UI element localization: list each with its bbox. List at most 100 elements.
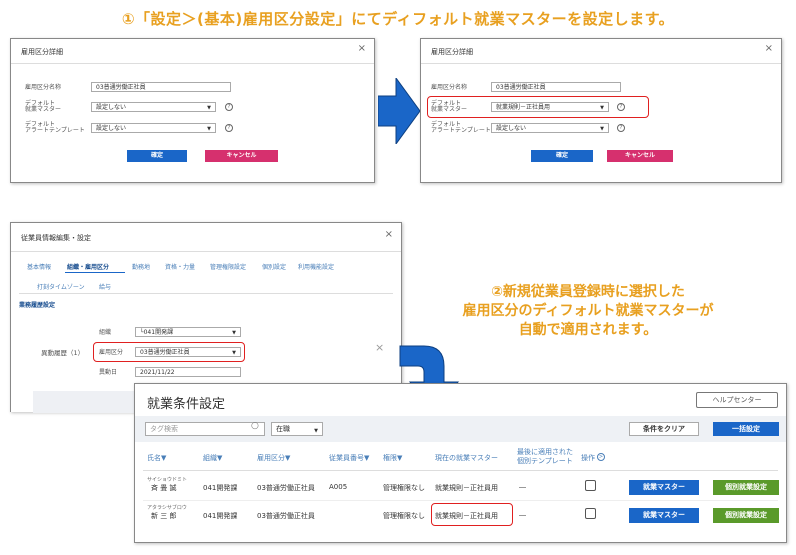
divider [143,470,778,471]
org: 041開発課 [203,484,238,492]
employment-type-dialog-before: 雇用区分詳細 × 雇用区分名称 03普通労働正社員 デフォルト 就業マスター 設定… [10,38,375,183]
search-icon[interactable]: ○ [251,421,259,431]
col-number[interactable]: 従業員番号▼ [329,453,369,463]
name: 新 三 郎 [151,512,177,520]
col-type[interactable]: 雇用区分▼ [257,453,290,463]
tab-salary[interactable]: 給与 [99,282,111,291]
alert-select[interactable]: 設定しない ▼ [91,123,216,133]
status-filter-select[interactable]: 在職 ▼ [271,422,323,436]
arrow-right-icon [378,78,420,144]
current-master: 就業規則－正社員用 [435,484,498,492]
name-kana: アタラシサブロウ [147,505,187,511]
col-permission[interactable]: 権限▼ [383,453,402,463]
panel-title: 就業条件設定 [147,397,226,412]
note-line: 自動で適用されます。 [518,322,658,338]
alert-label-line2: アラートテンプレート [25,127,85,134]
tab-admin[interactable]: 管理権限設定 [210,262,246,271]
tab-org[interactable]: 組織・雇用区分 [67,262,109,271]
permission: 管理権限なし [383,484,425,492]
row-checkbox[interactable] [585,508,596,519]
master-label: デフォルト 就業マスター [25,101,61,113]
status-filter-value: 在職 [276,425,290,433]
individual-setting-button[interactable]: 個別就業設定 [713,480,779,495]
caret-down-icon: ▼ [600,126,604,132]
work-conditions-panel: 就業条件設定 ヘルプセンター タグ検索 ○ 在職 ▼ 条件をクリア 一括設定 氏名… [134,383,787,543]
bulk-settings-button[interactable]: 一括設定 [713,422,779,436]
highlight-box [427,96,649,118]
col-last-template: 最後に適用された 個別テンプレート [517,448,573,466]
org-select[interactable]: └041開発課 ▼ [135,327,241,337]
close-icon[interactable]: × [358,43,366,54]
close-icon[interactable]: × [385,229,393,240]
cancel-button[interactable]: キャンセル [205,150,278,162]
org-label: 組織 [99,329,112,336]
alert-select-value: 設定しない [96,125,127,132]
dialog-title: 従業員情報編集・設定 [21,234,91,242]
help-icon[interactable]: ? [225,124,233,132]
name: 斉 畳 誠 [151,484,177,492]
confirm-button[interactable]: 確定 [127,150,187,162]
info-icon[interactable]: > [597,453,605,461]
history-label: 異動履歴（1） [41,349,85,357]
divider [11,63,374,64]
divider [19,293,393,294]
note-line: ②新規従業員登録時に選択した [491,284,685,300]
step2-note: ②新規従業員登録時に選択した 雇用区分のディフォルト就業マスターが 自動で適用さ… [438,283,738,340]
row-checkbox[interactable] [585,480,596,491]
tab-skills[interactable]: 資格・力量 [165,262,195,271]
emp-type: 03普通労働正社員 [257,512,315,520]
work-master-button[interactable]: 就業マスター [629,508,699,523]
divider [11,251,401,252]
col-name[interactable]: 氏名▼ [147,453,166,463]
col-last-template-line1: 最後に適用された [517,448,573,456]
close-icon[interactable]: × [765,43,773,54]
tab-individual[interactable]: 個別設定 [262,262,286,271]
alert-label: デフォルト アラートテンプレート [431,122,491,134]
org: 041開発課 [203,512,238,520]
col-last-template-line2: 個別テンプレート [517,457,573,465]
active-tab-underline [65,272,125,273]
heading-step1: ①「設定＞(基本)雇用区分設定」にてディフォルト就業マスターを設定します。 [121,10,675,28]
help-icon[interactable]: ? [225,103,233,111]
clear-conditions-button[interactable]: 条件をクリア [629,422,699,436]
individual-setting-button[interactable]: 個別就業設定 [713,508,779,523]
help-icon[interactable]: ? [617,124,625,132]
note-line: 雇用区分のディフォルト就業マスターが [462,303,714,319]
name-label: 雇用区分名称 [431,84,468,91]
caret-down-icon: ▼ [207,126,211,132]
highlight-box [93,342,245,362]
close-icon[interactable]: × [375,341,384,354]
dialog-title: 雇用区分詳細 [21,48,63,56]
tag-search-input[interactable]: タグ検索 [145,422,265,436]
name-input[interactable]: 03普通労働正社員 [491,82,621,92]
alert-select[interactable]: 設定しない ▼ [491,123,609,133]
last-template: ― [519,483,526,491]
org-select-value: └041開発課 [140,329,174,336]
tab-basic[interactable]: 基本情報 [27,262,51,271]
divider [421,63,781,64]
col-current-master: 現在の就業マスター [435,454,498,462]
help-center-button[interactable]: ヘルプセンター [696,392,778,408]
emp-type: 03普通労働正社員 [257,484,315,492]
last-template: ― [519,511,526,519]
name-kana: サイショウドミト [147,477,188,483]
alert-label-line2: アラートテンプレート [431,127,491,134]
cancel-button[interactable]: キャンセル [607,150,673,162]
employment-type-dialog-after: 雇用区分詳細 × 雇用区分名称 03普通労働正社員 デフォルト 就業マスター 就業… [420,38,782,183]
emp-number: A005 [329,483,348,491]
col-org[interactable]: 組織▼ [203,453,222,463]
master-select[interactable]: 設定しない ▼ [91,102,216,112]
dialog-title: 雇用区分詳細 [431,48,473,56]
section-title: 業務履歴設定 [19,302,56,309]
name-input[interactable]: 03普通労働正社員 [91,82,231,92]
alert-label: デフォルト アラートテンプレート [25,122,85,134]
caret-down-icon: ▼ [207,105,211,111]
tab-features[interactable]: 利用機能設定 [298,262,334,271]
caret-down-icon: ▼ [314,428,318,434]
confirm-button[interactable]: 確定 [531,150,593,162]
work-master-button[interactable]: 就業マスター [629,480,699,495]
date-input[interactable]: 2021/11/22 [135,367,241,377]
tab-location[interactable]: 勤務地 [132,262,150,271]
date-label: 異動日 [99,369,118,376]
tab-timezone[interactable]: 打刻タイムゾーン [37,282,85,291]
